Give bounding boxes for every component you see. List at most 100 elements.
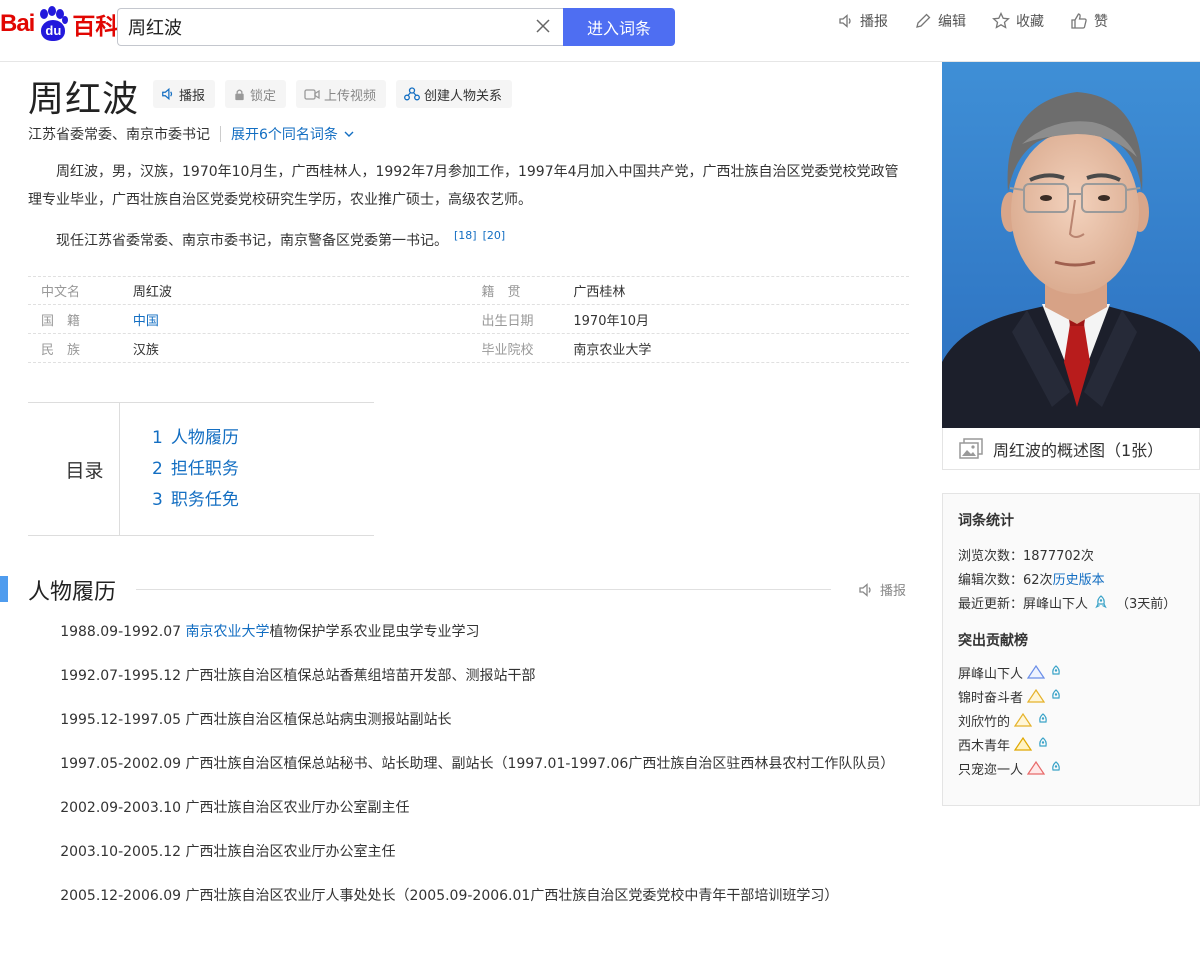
top-header: Bai du 百科 进入词条 播报 编辑 — [0, 0, 1200, 62]
rocket-badge-icon — [1052, 689, 1060, 699]
career-text: 植物保护学系农业昆虫学专业学习 — [269, 624, 480, 640]
level-badge-icon — [1027, 761, 1046, 775]
level-badge-icon — [1027, 689, 1046, 703]
logo-du-text: du — [41, 20, 66, 41]
info-label: 中文名 — [41, 285, 81, 300]
info-value: 周红波 — [132, 285, 172, 300]
photo-caption-text: 周红波的概述图（1张） — [993, 440, 1164, 460]
section-read-label: 播报 — [880, 584, 907, 599]
chevron-down-icon — [344, 131, 354, 137]
contributor-row[interactable]: 锦时奋斗者 — [958, 684, 1199, 708]
header-favorite-button[interactable]: 收藏 — [992, 10, 1044, 32]
toc-item-career[interactable]: 1 人物履历 — [152, 423, 239, 454]
create-relation-button[interactable]: 创建人物关系 — [396, 80, 513, 108]
header-edit-label: 编辑 — [938, 14, 966, 30]
edits-value: 62次 — [1023, 572, 1053, 588]
toc-item-appointments[interactable]: 3 职务任免 — [152, 485, 239, 516]
contributor-name: 锦时奋斗者 — [958, 690, 1024, 706]
speaker-icon — [839, 14, 851, 28]
header-actions: 播报 编辑 收藏 赞 — [838, 10, 1134, 32]
close-icon[interactable] — [534, 17, 552, 35]
lock-icon — [235, 88, 244, 100]
section-divider — [136, 589, 831, 590]
header-favorite-label: 收藏 — [1016, 14, 1044, 30]
info-label: 出生日期 — [481, 313, 534, 329]
list-item: 1992.07-1995.12 广西壮族自治区植保总站香蕉组培苗开发部、测报站干… — [60, 668, 536, 684]
section-read-button[interactable]: 播报 — [858, 580, 906, 599]
header-like-button[interactable]: 赞 — [1070, 10, 1108, 32]
level-badge-icon — [1027, 665, 1046, 679]
speaker-icon — [162, 87, 173, 101]
contributor-name: 屏峰山下人 — [958, 666, 1024, 682]
people-relation-icon — [404, 87, 420, 101]
lock-button[interactable]: 锁定 — [225, 80, 287, 108]
baidu-baike-logo[interactable]: Bai du 百科 — [0, 4, 118, 44]
toc-label: 担任职务 — [170, 459, 239, 479]
contributor-row[interactable]: 西木青年 — [958, 732, 1199, 756]
enter-entry-button[interactable]: 进入词条 — [563, 8, 675, 46]
read-aloud-label: 播报 — [179, 88, 206, 104]
title-tools: 播报 锁定 上传视频 创建人物关系 — [153, 80, 522, 108]
search-input[interactable] — [118, 9, 518, 45]
summary-current-post: 现任江苏省委常委、南京市委书记，南京警备区党委第一书记。 [18] [20] — [28, 222, 908, 255]
upload-video-button[interactable]: 上传视频 — [296, 80, 387, 108]
basic-info-table: 中文名 周红波 籍 贯 广西桂林 国 籍 中国 出生日期 1970年10月 民 … — [28, 276, 909, 363]
update-label: 最近更新： — [958, 596, 1024, 612]
section-title: 人物履历 — [28, 574, 127, 606]
photo-album-link[interactable]: 周红波的概述图（1张） — [942, 428, 1200, 470]
rocket-badge-icon — [1039, 713, 1047, 723]
info-value: 1970年10月 — [573, 313, 650, 329]
list-item: 2003.10-2005.12 广西壮族自治区农业厅办公室主任 — [60, 844, 396, 860]
history-version-link[interactable]: 历史版本 — [1053, 569, 1105, 588]
info-row: 中文名 周红波 籍 贯 广西桂林 — [28, 276, 909, 305]
lock-label: 锁定 — [250, 88, 277, 104]
rocket-badge-icon — [1052, 761, 1060, 771]
pencil-icon — [916, 13, 931, 28]
speaker-icon — [859, 582, 871, 597]
contributor-row[interactable]: 只宠迩一人 — [958, 756, 1199, 780]
header-read-label: 播报 — [860, 14, 888, 30]
info-value: 汉族 — [132, 342, 159, 358]
toc-item-positions[interactable]: 2 担任职务 — [152, 454, 239, 485]
header-edit-button[interactable]: 编辑 — [914, 10, 966, 32]
list-item: 2002.09-2003.10 广西壮族自治区农业厅办公室副主任 — [60, 800, 410, 816]
upload-video-label: 上传视频 — [324, 88, 377, 104]
expand-homonyms-label: 展开6个同名词条 — [231, 127, 338, 143]
toc-label: 人物履历 — [170, 428, 239, 448]
header-read-button[interactable]: 播报 — [838, 10, 888, 32]
star-icon — [992, 12, 1010, 29]
reference-link[interactable]: [20] — [483, 229, 506, 242]
toc-number: 1 — [152, 428, 163, 448]
entry-summary: 周红波，男，汉族，1970年10月生，广西桂林人，1992年7月参加工作，199… — [28, 158, 908, 255]
list-item: 1995.12-1997.05 广西壮族自治区植保总站病虫测报站副站长 — [60, 712, 452, 728]
info-label: 民 族 — [41, 342, 81, 358]
reference-link[interactable]: [18] — [454, 229, 477, 242]
edits-label: 编辑次数： — [958, 572, 1024, 588]
rocket-badge-icon — [1039, 737, 1047, 747]
contributor-name: 只宠迩一人 — [958, 762, 1024, 778]
expand-homonyms-link[interactable]: 展开6个同名词条 — [231, 124, 356, 144]
entry-subtitle: 江苏省委常委、南京市委书记 展开6个同名词条 — [28, 124, 356, 144]
views-label: 浏览次数： — [958, 548, 1024, 564]
video-camera-icon — [304, 88, 320, 100]
university-link[interactable]: 南京农业大学 — [185, 624, 269, 640]
contributor-name: 西木青年 — [958, 738, 1011, 754]
toc-label: 职务任免 — [170, 490, 239, 510]
logo-bai-text: Bai — [0, 10, 35, 37]
career-list: 1988.09-1992.07 南京农业大学植物保护学系农业昆虫学专业学习 19… — [28, 618, 908, 926]
page-title: 周红波 — [28, 79, 140, 120]
summary-paragraph: 周红波，男，汉族，1970年10月生，广西桂林人，1992年7月参加工作，199… — [28, 164, 899, 208]
contributor-row[interactable]: 刘欣竹的 — [958, 708, 1199, 732]
stats-title: 词条统计 — [958, 513, 1014, 529]
read-aloud-button[interactable]: 播报 — [153, 80, 216, 108]
toc-number: 3 — [152, 490, 163, 510]
nationality-link[interactable]: 中国 — [133, 310, 469, 329]
career-text: 1988.09-1992.07 — [60, 624, 186, 640]
update-user[interactable]: 屏峰山下人 — [1023, 593, 1088, 612]
contributors-title: 突出贡献榜 — [958, 633, 1028, 649]
contributor-row[interactable]: 屏峰山下人 — [958, 660, 1199, 684]
update-time: （3天前） — [1116, 596, 1177, 612]
section-header-career: 人物履历 播报 — [0, 574, 910, 606]
paw-icon: du — [35, 6, 69, 42]
portrait-photo[interactable] — [942, 62, 1200, 428]
